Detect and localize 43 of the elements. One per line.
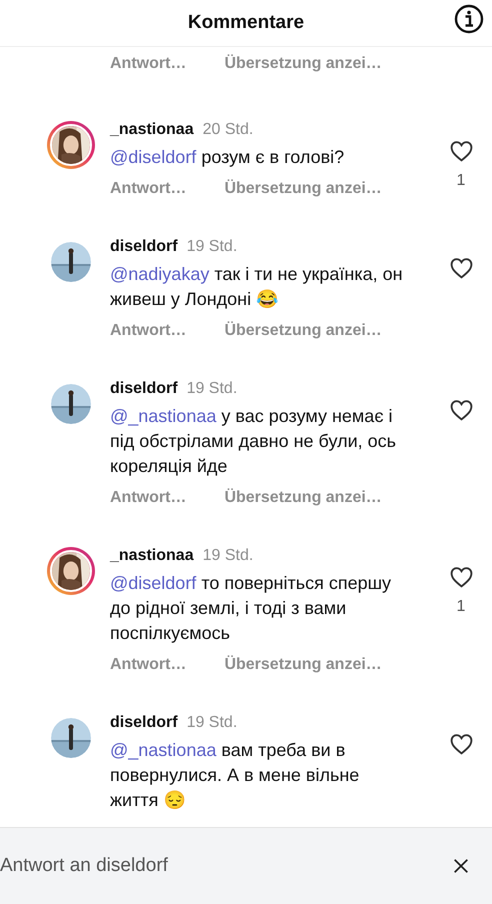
heart-icon[interactable] <box>448 139 474 164</box>
like-count: 1 <box>456 172 466 190</box>
comment-action-link[interactable]: Übersetzung anzei… <box>224 489 382 507</box>
heart-icon[interactable] <box>448 398 474 423</box>
mention-link[interactable]: @_nastionaa <box>110 406 216 426</box>
comment-action-link[interactable]: Übersetzung anzei… <box>224 322 382 340</box>
heart-icon[interactable] <box>448 565 474 590</box>
comment-text: @diseldorf розум є в голові? <box>110 146 346 169</box>
comment-text: @nadiyakay так і ти не українка, он живеш у Лондоні 😂 <box>110 263 404 311</box>
reply-target-text: Antwort an diseldorf <box>0 855 168 877</box>
comment-action-link[interactable]: Antwort… <box>110 489 186 507</box>
close-icon[interactable] <box>452 857 470 875</box>
comment-action-link[interactable]: Antwort… <box>110 180 186 198</box>
info-icon[interactable] <box>454 4 484 34</box>
comment-action-link[interactable]: Antwort… <box>110 322 186 340</box>
comment-time: 20 Std. <box>202 121 254 139</box>
username[interactable]: diseldorf <box>110 714 178 732</box>
comment-time: 19 Std. <box>202 547 254 565</box>
comment-time: 19 Std. <box>186 380 238 398</box>
comment-action-link[interactable]: Antwort… <box>110 656 186 674</box>
avatar-story-ring[interactable] <box>47 547 95 595</box>
username[interactable]: _nastionaa <box>110 547 194 565</box>
comment-text: @_nastionaa вам треба ви в повернулися. А в мене вільне життя 😔 <box>110 739 360 812</box>
mention-link[interactable]: @diseldorf <box>110 147 196 167</box>
username[interactable]: diseldorf <box>110 380 178 398</box>
comment-time: 19 Std. <box>186 238 238 256</box>
screen-title: Kommentare <box>188 12 304 34</box>
heart-icon[interactable] <box>448 732 474 757</box>
comment-action-link[interactable]: Antwort… <box>110 55 186 73</box>
mention-link[interactable]: @nadiyakay <box>110 264 210 284</box>
username[interactable]: _nastionaa <box>110 121 194 139</box>
comment-action-link[interactable]: Übersetzung anzei… <box>224 656 382 674</box>
comment-action-link[interactable]: Übersetzung anzei… <box>224 180 382 198</box>
like-count: 1 <box>456 598 466 616</box>
mention-link[interactable]: @diseldorf <box>110 573 196 593</box>
heart-icon[interactable] <box>448 256 474 281</box>
comment-time: 19 Std. <box>186 714 238 732</box>
comment-text: @diseldorf то поверніться спершу до рідної землі, і тоді з вами поспілкуємось <box>110 572 392 645</box>
avatar-story-ring[interactable] <box>47 121 95 169</box>
mention-link[interactable]: @_nastionaa <box>110 740 216 760</box>
comment-text: @_nastionaa у вас розуму немає і під обстрілами давно не були, ось кореляція йде <box>110 405 398 478</box>
comment-action-link[interactable]: Übersetzung anzei… <box>224 55 382 73</box>
username[interactable]: diseldorf <box>110 238 178 256</box>
